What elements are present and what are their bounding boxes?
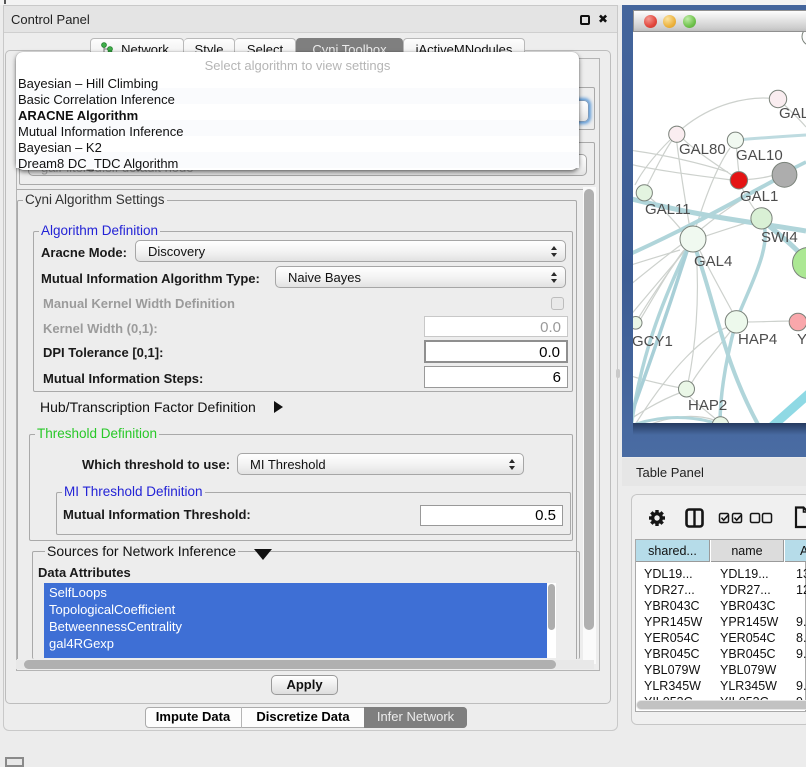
- svg-text:GAL10: GAL10: [736, 147, 783, 164]
- svg-text:HAP4: HAP4: [738, 331, 777, 348]
- svg-text:GAL80: GAL80: [679, 141, 726, 158]
- svg-text:GAL11: GAL11: [645, 201, 691, 218]
- svg-text:SWI4: SWI4: [761, 229, 798, 246]
- svg-text:GAL4: GAL4: [694, 253, 732, 270]
- svg-text:GAL: GAL: [779, 105, 806, 122]
- svg-text:HAP2: HAP2: [688, 397, 727, 414]
- svg-text:Y: Y: [797, 331, 806, 348]
- svg-text:GCY1: GCY1: [633, 333, 673, 350]
- svg-text:GAL1: GAL1: [740, 188, 778, 205]
